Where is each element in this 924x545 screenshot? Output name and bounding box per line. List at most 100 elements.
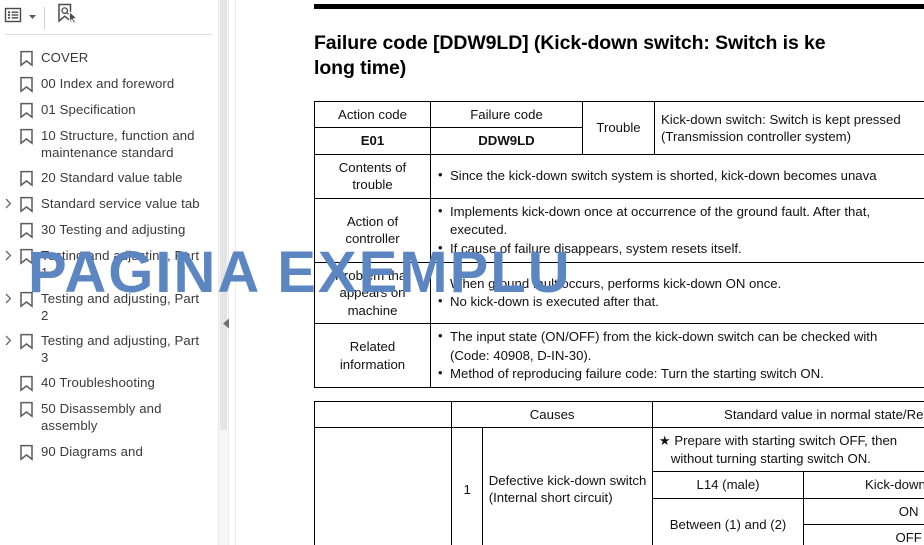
sidebar-item-label: 90 Diagrams and: [41, 443, 143, 459]
causes-empty-cell: [313, 400, 453, 429]
bookmark-icon: [16, 400, 36, 418]
sidebar-scrollbar[interactable]: [218, 0, 229, 545]
sidebar-item-2[interactable]: 01 Specification: [0, 97, 218, 123]
sidebar-item-0[interactable]: COVER: [0, 45, 218, 71]
detail-bullet: Since the kick-down switch system is sho…: [437, 166, 924, 184]
sidebar-item-12[interactable]: 90 Diagrams and: [0, 439, 218, 465]
bookmark-options-button[interactable]: [2, 5, 40, 31]
sidebar-item-8[interactable]: Testing and adjusting, Part 2: [0, 286, 218, 328]
table-row: Contents of trouble Since the kick-down s…: [314, 153, 924, 199]
detail-bullet: No kick-down is executed after that.: [437, 292, 924, 310]
sidebar-item-10[interactable]: 40 Troubleshooting: [0, 370, 218, 396]
detail-row-content: The input state (ON/OFF) from the kick-d…: [430, 323, 924, 389]
connector-header: L14 (male): [651, 471, 805, 499]
chevron-right-icon[interactable]: [0, 332, 16, 346]
sidebar-item-1[interactable]: 00 Index and foreword: [0, 71, 218, 97]
bookmark-icon: [16, 290, 36, 308]
pdf-page: Failure code [DDW9LD] (Kick-down switch:…: [236, 0, 924, 545]
bookmark-icon: [16, 332, 36, 350]
cause-line-1: Defective kick-down switch: [488, 473, 647, 489]
sidebar-item-6[interactable]: 30 Testing and adjusting: [0, 217, 218, 243]
causes-table: Causes Standard value in normal state/Re…: [313, 400, 924, 545]
sidebar-item-9[interactable]: Testing and adjusting, Part 3: [0, 328, 218, 370]
trouble-description: Kick-down switch: Switch is kept pressed…: [654, 101, 924, 155]
table-row: Action of controller Implements kick-down…: [314, 197, 924, 263]
sidebar-item-3[interactable]: 10 Structure, function and maintenance s…: [0, 123, 218, 165]
switch-state-header: Kick-down swit: [803, 471, 924, 499]
table-row: Problem that appears on machine When grou…: [314, 261, 924, 325]
bookmarks-toolbar: [0, 0, 218, 35]
sidebar-item-label: Testing and adjusting, Part 1: [41, 248, 200, 281]
detail-row-label: Problem that appears on machine: [314, 261, 431, 325]
sidebar-item-label: Standard service value tab: [41, 196, 200, 212]
action-code-value: E01: [314, 127, 431, 155]
page-header-rule: [314, 4, 924, 9]
sidebar-item-4[interactable]: 20 Standard value table: [0, 165, 218, 191]
state-on-value: ON: [803, 497, 924, 526]
detail-row-content: Implements kick-down once at occurrence …: [430, 197, 924, 263]
bookmark-tree[interactable]: COVER 00 Index and foreword 01 Specificati…: [0, 36, 218, 545]
bookmark-icon: [16, 101, 36, 119]
pdf-viewer-window: COVER 00 Index and foreword 01 Specificati…: [0, 0, 924, 545]
toolbar-bottom-rule: [6, 34, 212, 35]
bookmark-icon: [16, 374, 36, 392]
detail-bullet: The input state (ON/OFF) from the kick-d…: [437, 327, 924, 345]
detail-bullet: Method of reproducing failure code: Turn…: [437, 364, 924, 382]
preparation-note: ★ Prepare with starting switch OFF, then…: [651, 427, 924, 473]
cause-description: Defective kick-down switch (Internal sho…: [481, 427, 653, 545]
detail-bullet: (Code: 40908, D-IN-30).: [450, 347, 592, 363]
bookmark-icon: [16, 195, 36, 214]
table-row: 1 Defective kick-down switch (Internal s…: [313, 427, 924, 545]
sidebar-collapse-button[interactable]: [218, 315, 234, 337]
detail-bullet: executed.: [450, 222, 508, 238]
detail-row-label: Action of controller: [314, 197, 431, 263]
sidebar-item-label: 00 Index and foreword: [41, 76, 175, 91]
sidebar-item-7[interactable]: Testing and adjusting, Part 1: [0, 243, 218, 285]
table-row: Related information The input state (ON/O…: [314, 323, 924, 389]
toolbar-divider: [44, 6, 45, 29]
sidebar-item-label: 20 Standard value table: [41, 170, 183, 186]
trouble-header: Trouble: [582, 101, 655, 155]
chevron-right-icon[interactable]: [0, 195, 16, 209]
sidebar-item-label: 10 Structure, function and maintenance s…: [41, 128, 195, 161]
trouble-line-2: (Transmission controller system): [661, 128, 852, 144]
table-row: Action code Failure code Trouble Kick-do…: [314, 100, 924, 155]
chevron-left-icon: [221, 317, 232, 335]
standard-value-header: Standard value in normal state/Rema: [651, 400, 924, 429]
chevron-right-icon[interactable]: [0, 290, 16, 304]
failure-code-value: DDW9LD: [430, 127, 583, 155]
sidebar-item-5[interactable]: Standard service value tab: [0, 191, 218, 217]
causes-left-blank: [313, 427, 453, 545]
cause-number: 1: [451, 427, 483, 545]
detail-bullet: When ground fault occurs, performs kick-…: [437, 274, 924, 292]
table-row: Causes Standard value in normal state/Re…: [313, 400, 924, 429]
sidebar-scroll-thumb[interactable]: [220, 0, 227, 430]
page-title: Failure code [DDW9LD] (Kick-down switch:…: [314, 32, 826, 79]
sidebar-item-label: COVER: [41, 50, 89, 65]
new-bookmark-button[interactable]: [53, 3, 81, 31]
document-pane[interactable]: Failure code [DDW9LD] (Kick-down switch:…: [236, 0, 924, 545]
bookmark-icon: [16, 247, 36, 266]
sidebar-item-11[interactable]: 50 Disassembly and assembly: [0, 396, 218, 438]
detail-row-content: Since the kick-down switch system is sho…: [430, 153, 924, 199]
failure-code-table: Action code Failure code Trouble Kick-do…: [314, 100, 924, 389]
action-code-header: Action code: [314, 100, 431, 129]
sidebar-item-label: Testing and adjusting, Part 3: [41, 332, 200, 366]
bookmark-icon: [16, 49, 36, 67]
bookmark-icon: [16, 221, 36, 240]
bookmark-icon: [16, 169, 36, 188]
chevron-right-icon[interactable]: [0, 247, 16, 261]
sidebar-item-label: 50 Disassembly and assembly: [41, 401, 162, 434]
detail-bullet: If cause of failure disappears, system r…: [437, 239, 924, 257]
bookmarks-sidebar: COVER 00 Index and foreword 01 Specificati…: [0, 0, 218, 545]
failure-code-header: Failure code: [430, 100, 583, 129]
list-options-icon: [4, 5, 24, 30]
bookmark-icon: [16, 443, 36, 461]
detail-row-content: When ground fault occurs, performs kick-…: [430, 261, 924, 325]
sidebar-item-label: 40 Troubleshooting: [41, 375, 155, 391]
sidebar-item-label: 30 Testing and adjusting: [41, 222, 186, 238]
note-line-2: without turning starting switch ON.: [670, 450, 871, 466]
trouble-line-1: Kick-down switch: Switch is kept pressed: [661, 111, 901, 127]
note-line-1: ★ Prepare with starting switch OFF, then: [658, 433, 898, 449]
detail-row-label: Contents of trouble: [314, 153, 431, 199]
